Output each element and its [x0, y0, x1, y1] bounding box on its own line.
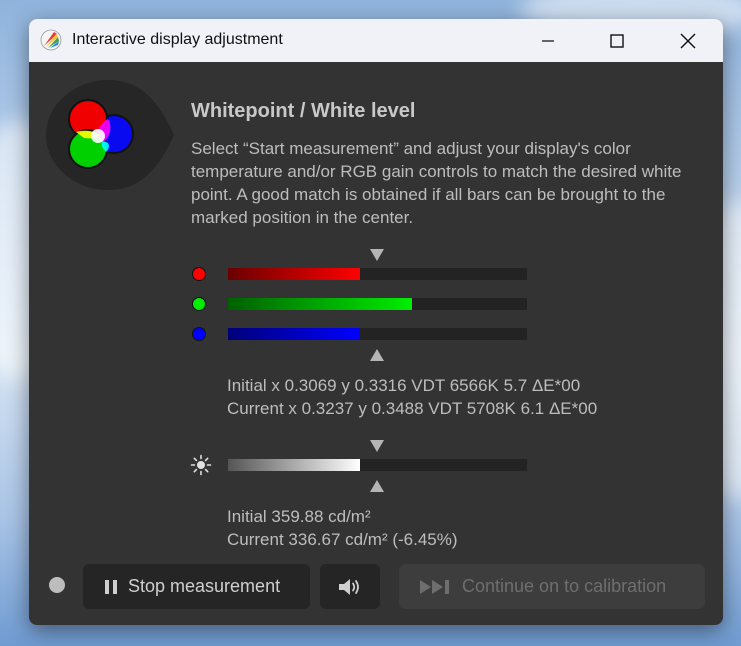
- app-logo-icon: [40, 29, 62, 51]
- measurement-status-indicator: [49, 577, 65, 593]
- initial-luminance: Initial 359.88 cd/m²: [227, 507, 371, 526]
- red-bar-fill: [228, 268, 360, 280]
- green-bar-fill: [228, 298, 412, 310]
- current-luminance: Current 336.67 cd/m² (-6.45%): [227, 530, 458, 549]
- stop-measurement-label: Stop measurement: [128, 576, 281, 596]
- minimize-button[interactable]: [525, 19, 571, 62]
- rgb-target-marker-bottom: [370, 349, 384, 361]
- red-bar-track: [228, 268, 527, 280]
- close-icon: [680, 33, 696, 48]
- pause-icon: [105, 579, 117, 594]
- rgb-circles-logo: [46, 80, 174, 190]
- speaker-icon: [339, 578, 359, 595]
- main-content: Whitepoint / White level Select “Start m…: [29, 62, 723, 625]
- continue-calibration-button[interactable]: Continue on to calibration: [399, 564, 705, 609]
- adjustment-window: Interactive display adjustment Whitepoin…: [29, 19, 723, 625]
- red-dot: [192, 267, 206, 281]
- instruction-text: Select “Start measurement” and adjust yo…: [191, 139, 682, 227]
- luminance-bar-fill: [228, 459, 360, 471]
- skip-forward-icon: [420, 579, 449, 594]
- close-button[interactable]: [665, 19, 711, 62]
- title-bar[interactable]: Interactive display adjustment: [29, 19, 723, 62]
- stop-measurement-button[interactable]: Stop measurement: [83, 564, 310, 609]
- luminance-bar-track: [228, 459, 527, 471]
- sun-icon: [190, 454, 212, 476]
- continue-calibration-label: Continue on to calibration: [462, 576, 667, 596]
- window-title: Interactive display adjustment: [72, 31, 283, 48]
- maximize-icon: [610, 33, 624, 48]
- current-chromaticity: Current x 0.3237 y 0.3488 VDT 5708K 6.1 …: [227, 399, 598, 418]
- rgb-target-marker-top: [370, 249, 384, 261]
- blue-dot: [192, 327, 206, 341]
- blue-bar-fill: [228, 328, 360, 340]
- green-bar-track: [228, 298, 527, 310]
- initial-chromaticity: Initial x 0.3069 y 0.3316 VDT 6566K 5.7 …: [227, 376, 581, 395]
- luminance-target-marker-bottom: [370, 480, 384, 492]
- maximize-button[interactable]: [594, 19, 640, 62]
- green-dot: [192, 297, 206, 311]
- sound-toggle-button[interactable]: [320, 564, 380, 609]
- blue-bar-track: [228, 328, 527, 340]
- section-heading: Whitepoint / White level: [191, 100, 416, 122]
- minimize-icon: [542, 39, 554, 42]
- luminance-target-marker-top: [370, 440, 384, 452]
